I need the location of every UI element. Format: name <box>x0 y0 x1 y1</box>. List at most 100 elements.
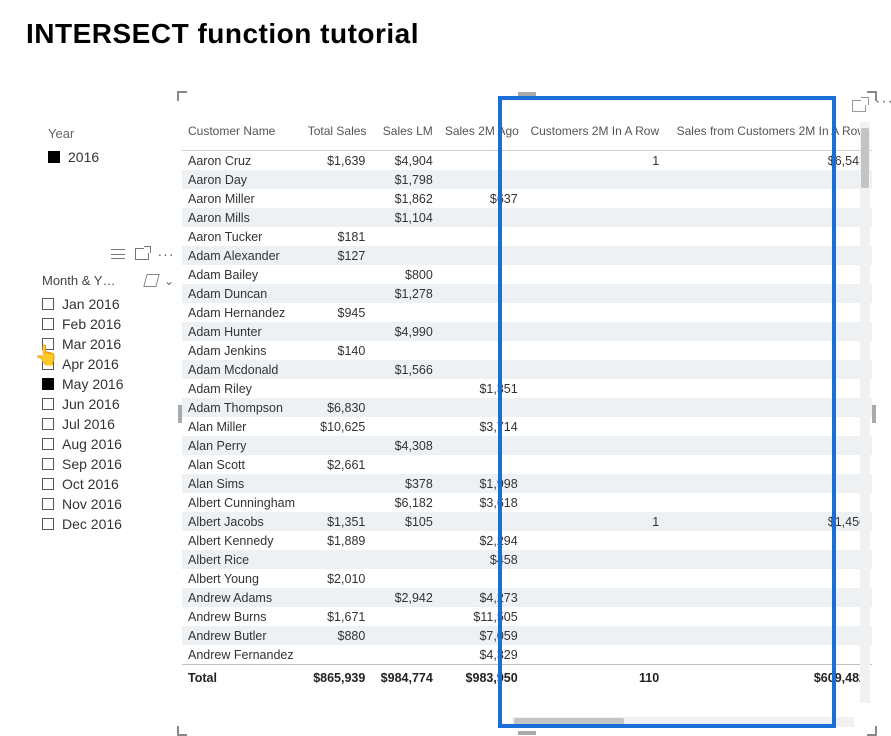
table-cell: $181 <box>302 227 372 246</box>
resize-handle[interactable] <box>518 731 536 735</box>
focus-mode-icon[interactable] <box>134 246 150 262</box>
table-cell: Adam Mcdonald <box>182 360 302 379</box>
eraser-icon[interactable] <box>143 274 159 287</box>
resize-handle[interactable] <box>177 726 187 736</box>
table-row[interactable]: Albert Jacobs$1,351$1051$1,456 <box>182 512 872 531</box>
table-cell <box>524 588 665 607</box>
table-cell <box>665 474 872 493</box>
table-row[interactable]: Adam Mcdonald$1,566 <box>182 360 872 379</box>
table-row[interactable]: Alan Scott$2,661 <box>182 455 872 474</box>
table-cell <box>665 626 872 645</box>
resize-handle[interactable] <box>867 726 877 736</box>
more-options-icon[interactable]: ··· <box>158 246 174 262</box>
column-header[interactable]: Sales LM <box>371 96 438 151</box>
report-canvas: Year 2016 ··· Month & Y… ⌄ Jan 2016Feb 2… <box>0 78 891 728</box>
table-cell: Andrew Butler <box>182 626 302 645</box>
column-header[interactable]: Sales from Customers 2M In A Row <box>665 96 872 151</box>
chevron-down-icon[interactable]: ⌄ <box>164 274 174 288</box>
table-row[interactable]: Albert Rice$458 <box>182 550 872 569</box>
table-row[interactable]: Andrew Adams$2,942$4,273 <box>182 588 872 607</box>
resize-handle[interactable] <box>178 405 182 423</box>
table-row[interactable]: Adam Duncan$1,278 <box>182 284 872 303</box>
month-slicer-item[interactable]: Nov 2016 <box>40 494 176 514</box>
month-slicer-item[interactable]: Jun 2016 <box>40 394 176 414</box>
table-row[interactable]: Adam Bailey$800 <box>182 265 872 284</box>
visual-more-options-icon[interactable]: ··· <box>875 94 891 110</box>
table-cell <box>302 474 372 493</box>
column-header[interactable]: Sales 2M Ago <box>439 96 524 151</box>
year-slicer-item[interactable]: 2016 <box>48 147 168 167</box>
month-slicer-item[interactable]: Feb 2016 <box>40 314 176 334</box>
table-cell <box>665 607 872 626</box>
table-row[interactable]: Albert Young$2,010 <box>182 569 872 588</box>
table-cell <box>665 493 872 512</box>
scroll-thumb[interactable] <box>514 718 624 726</box>
table-row[interactable]: Adam Alexander$127 <box>182 246 872 265</box>
month-slicer-item[interactable]: Mar 2016 <box>40 334 176 354</box>
table-row[interactable]: Aaron Cruz$1,639$4,9041$6,543 <box>182 151 872 171</box>
table-cell <box>524 607 665 626</box>
month-slicer-item[interactable]: Aug 2016 <box>40 434 176 454</box>
month-slicer-item[interactable]: Jan 2016 <box>40 294 176 314</box>
month-slicer-field-row[interactable]: Month & Y… ⌄ <box>38 268 178 294</box>
month-slicer-field-label: Month & Y… <box>42 273 115 288</box>
month-slicer-item[interactable]: Oct 2016 <box>40 474 176 494</box>
table-row[interactable]: Adam Hernandez$945 <box>182 303 872 322</box>
month-slicer-item[interactable]: Apr 2016 <box>40 354 176 374</box>
table-cell <box>665 569 872 588</box>
table-cell <box>439 322 524 341</box>
total-label: Total <box>182 665 302 692</box>
table-row[interactable]: Aaron Tucker$181 <box>182 227 872 246</box>
month-slicer-item-label: Sep 2016 <box>62 456 122 472</box>
data-table: Customer Name Total Sales Sales LM Sales… <box>182 96 872 691</box>
resize-handle[interactable] <box>867 91 877 101</box>
table-cell: Aaron Tucker <box>182 227 302 246</box>
table-row[interactable]: Adam Hunter$4,990 <box>182 322 872 341</box>
table-cell: $800 <box>371 265 438 284</box>
table-cell <box>439 265 524 284</box>
table-cell <box>524 303 665 322</box>
scroll-thumb[interactable] <box>861 128 869 188</box>
column-header[interactable]: Customers 2M In A Row <box>524 96 665 151</box>
table-row[interactable]: Andrew Butler$880$7,059 <box>182 626 872 645</box>
table-cell <box>524 493 665 512</box>
month-slicer-item[interactable]: Sep 2016 <box>40 454 176 474</box>
table-cell: Alan Scott <box>182 455 302 474</box>
resize-handle[interactable] <box>177 91 187 101</box>
column-header[interactable]: Customer Name <box>182 96 302 151</box>
table-row[interactable]: Albert Cunningham$6,182$3,618 <box>182 493 872 512</box>
table-cell <box>665 341 872 360</box>
hamburger-icon[interactable] <box>110 246 126 262</box>
table-row[interactable]: Andrew Burns$1,671$11,505 <box>182 607 872 626</box>
horizontal-scrollbar[interactable] <box>512 717 854 727</box>
table-cell: $1,998 <box>439 474 524 493</box>
table-row[interactable]: Andrew Fernandez$4,329 <box>182 645 872 665</box>
column-header[interactable]: Total Sales <box>302 96 372 151</box>
table-cell <box>439 398 524 417</box>
vertical-scrollbar[interactable] <box>860 122 870 703</box>
table-row[interactable]: Aaron Miller$1,862$637 <box>182 189 872 208</box>
resize-handle[interactable] <box>872 405 876 423</box>
table-cell <box>665 322 872 341</box>
month-slicer-item[interactable]: Dec 2016 <box>40 514 176 534</box>
table-row[interactable]: Aaron Mills$1,104 <box>182 208 872 227</box>
table-row[interactable]: Alan Perry$4,308 <box>182 436 872 455</box>
table-row[interactable]: Adam Riley$1,351 <box>182 379 872 398</box>
table-cell <box>524 474 665 493</box>
table-visual[interactable]: ··· Customer Name Total Sales Sales LM S… <box>182 96 872 731</box>
table-row[interactable]: Adam Jenkins$140 <box>182 341 872 360</box>
table-row[interactable]: Albert Kennedy$1,889$2,294 <box>182 531 872 550</box>
table-row[interactable]: Alan Miller$10,625$3,714 <box>182 417 872 436</box>
table-row[interactable]: Adam Thompson$6,830 <box>182 398 872 417</box>
visual-focus-mode-icon[interactable] <box>852 100 866 112</box>
table-cell: Albert Rice <box>182 550 302 569</box>
table-cell: $4,273 <box>439 588 524 607</box>
table-cell: $6,543 <box>665 151 872 171</box>
table-row[interactable]: Aaron Day$1,798 <box>182 170 872 189</box>
table-row[interactable]: Alan Sims$378$1,998 <box>182 474 872 493</box>
resize-handle[interactable] <box>518 92 536 96</box>
total-value: 110 <box>524 665 665 692</box>
month-slicer-item[interactable]: Jul 2016 <box>40 414 176 434</box>
table-cell <box>665 265 872 284</box>
month-slicer-item[interactable]: May 2016 <box>40 374 176 394</box>
